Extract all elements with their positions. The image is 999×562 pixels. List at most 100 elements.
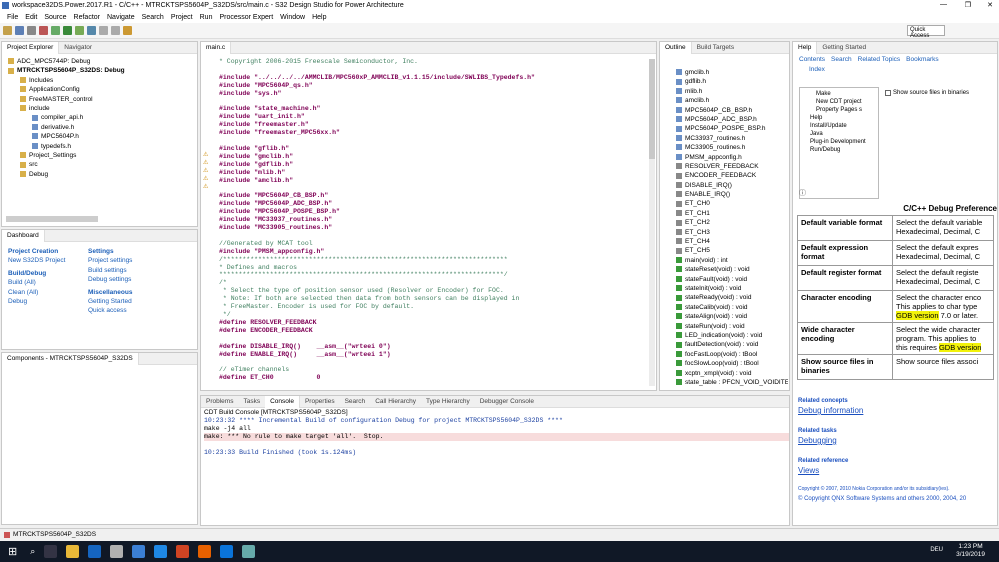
external-tools-icon[interactable]	[75, 26, 84, 35]
help-index-link[interactable]: Index	[793, 65, 997, 74]
code-area[interactable]: * Copyright 2006-2015 Freescale Semicond…	[219, 58, 639, 388]
outline-item[interactable]: stateAlign(void) : void	[676, 312, 788, 321]
tab-properties[interactable]: Properties	[300, 396, 340, 408]
file-explorer-icon[interactable]	[66, 545, 80, 558]
perspective-icon[interactable]	[123, 26, 132, 35]
tab-outline[interactable]: Outline	[660, 41, 692, 54]
menu-navigate[interactable]: Navigate	[107, 14, 135, 21]
build-settings-link[interactable]: Build settings	[88, 266, 188, 275]
save-all-icon[interactable]	[27, 26, 36, 35]
help-tree-item[interactable]: Make	[810, 90, 878, 98]
console-output[interactable]: 10:23:32 **** Incremental Build of confi…	[201, 417, 789, 456]
menu-project[interactable]: Project	[171, 14, 193, 21]
warning-icon[interactable]: ⚠	[203, 159, 211, 167]
skype-icon[interactable]	[132, 545, 146, 558]
tree-item[interactable]: compiler_api.h	[8, 113, 197, 122]
vertical-scrollbar[interactable]	[649, 59, 655, 386]
tree-item[interactable]: MPC5604P.h	[8, 132, 197, 141]
tab-build-targets[interactable]: Build Targets	[692, 42, 739, 54]
tree-item[interactable]: ADC_MPC5744P: Debug	[8, 57, 197, 66]
outline-item[interactable]: focSlowLoop(void) : tBool	[676, 359, 788, 368]
tab-problems[interactable]: Problems	[201, 396, 238, 408]
search-icon[interactable]	[87, 26, 96, 35]
help-tree-item[interactable]: Property Pages s	[810, 106, 878, 114]
help-tree-item[interactable]: Java	[810, 130, 878, 138]
tab-search[interactable]: Search	[340, 396, 371, 408]
outline-item[interactable]: RESOLVER_FEEDBACK	[676, 162, 788, 171]
outline-item[interactable]: state_table : PFCN_VOID_VOIDITEST	[676, 378, 788, 387]
task-view-icon[interactable]	[44, 545, 58, 558]
warning-icon[interactable]: ⚠	[203, 167, 211, 175]
menu-source[interactable]: Source	[44, 14, 66, 21]
warning-icon[interactable]: ⚠	[203, 151, 211, 159]
outline-item[interactable]: stateReset(void) : void	[676, 265, 788, 274]
powerpoint-icon[interactable]	[176, 545, 190, 558]
help-tree-item[interactable]: New CDT project	[810, 98, 878, 106]
minimize-icon[interactable]: —	[940, 1, 947, 8]
forward-icon[interactable]	[111, 26, 120, 35]
help-tree-item[interactable]: Help	[810, 114, 878, 122]
tab-main-c[interactable]: main.c	[201, 41, 232, 54]
save-icon[interactable]	[15, 26, 24, 35]
quick-access-input[interactable]: Quick Access	[907, 25, 945, 39]
outline-item[interactable]: gdflib.h	[676, 77, 788, 86]
getting-started-link[interactable]: Getting Started	[88, 297, 188, 306]
tab-console[interactable]: Console	[265, 395, 300, 408]
tab-getting-started[interactable]: Getting Started	[817, 42, 871, 54]
tab-components[interactable]: Components - MTRCKTSPS5604P_S32DS	[2, 352, 139, 365]
tab-dashboard[interactable]: Dashboard	[2, 229, 45, 242]
edge-icon[interactable]	[220, 545, 234, 558]
language-indicator[interactable]: DEU	[930, 547, 943, 553]
outline-item[interactable]: stateInit(void) : void	[676, 284, 788, 293]
outline-item[interactable]: MC33905_routines.h	[676, 143, 788, 152]
tree-item[interactable]: Project_Settings	[8, 151, 197, 160]
run-icon[interactable]	[63, 26, 72, 35]
s32ds-icon[interactable]	[110, 545, 124, 558]
tree-item[interactable]: include	[8, 104, 197, 113]
outline-item[interactable]: mlib.h	[676, 87, 788, 96]
outline-item[interactable]: faultDetection(void) : void	[676, 340, 788, 349]
outline-item[interactable]: amclib.h	[676, 96, 788, 105]
outline-item[interactable]: ET_CH3	[676, 228, 788, 237]
firefox-icon[interactable]	[198, 545, 212, 558]
build-all-link[interactable]: Build (All)	[8, 278, 88, 287]
outline-item[interactable]: stateReady(void) : void	[676, 293, 788, 302]
tree-item[interactable]: Debug	[8, 170, 197, 179]
outlook-icon[interactable]	[88, 545, 102, 558]
menu-edit[interactable]: Edit	[25, 14, 37, 21]
tree-item[interactable]: ApplicationConfig	[8, 85, 197, 94]
outline-item[interactable]: MPC5604P_POSPE_BSP.h	[676, 124, 788, 133]
tab-debugger-console[interactable]: Debugger Console	[475, 396, 539, 408]
windows-start-icon[interactable]: ⊞	[8, 545, 17, 558]
outline-item[interactable]: ET_CH1	[676, 209, 788, 218]
app-icon[interactable]	[242, 545, 256, 558]
tree-item[interactable]: derivative.h	[8, 123, 197, 132]
outline-item[interactable]: MC33937_routines.h	[676, 134, 788, 143]
tab-help[interactable]: Help	[793, 42, 818, 54]
menu-search[interactable]: Search	[142, 14, 164, 21]
outline-item[interactable]: ENCODER_FEEDBACK	[676, 171, 788, 180]
menu-run[interactable]: Run	[200, 14, 213, 21]
tab-call-hierarchy[interactable]: Call Hierarchy	[370, 396, 421, 408]
menu-processor-expert[interactable]: Processor Expert	[219, 14, 273, 21]
clean-all-link[interactable]: Clean (All)	[8, 288, 88, 297]
outline-item[interactable]: stateRun(void) : void	[676, 322, 788, 331]
help-related-topics-link[interactable]: Related Topics	[858, 56, 901, 63]
help-tree-item[interactable]: Install/Update	[810, 122, 878, 130]
build-icon[interactable]	[39, 26, 48, 35]
close-icon[interactable]: ✕	[987, 1, 993, 9]
clock[interactable]: 1:23 PM 3/19/2019	[956, 543, 985, 559]
warning-icon[interactable]: ⚠	[203, 175, 211, 183]
outline-item[interactable]: ET_CH0	[676, 199, 788, 208]
help-search-link[interactable]: Search	[831, 56, 852, 63]
show-source-checkbox[interactable]: Show source files in binaries	[885, 90, 969, 96]
outline-item[interactable]: gmclib.h	[676, 68, 788, 77]
help-tree-item[interactable]: Run/Debug	[810, 146, 878, 154]
outline-item[interactable]: MPC5604P_ADC_BSP.h	[676, 115, 788, 124]
outline-item[interactable]: ET_CH2	[676, 218, 788, 227]
debug-settings-link[interactable]: Debug settings	[88, 275, 188, 284]
debug-information-link[interactable]: Debug information	[798, 406, 966, 416]
outline-item[interactable]: xcptn_xmpl(void) : void	[676, 369, 788, 378]
project-settings-link[interactable]: Project settings	[88, 256, 188, 265]
tree-item[interactable]: typedefs.h	[8, 142, 197, 151]
